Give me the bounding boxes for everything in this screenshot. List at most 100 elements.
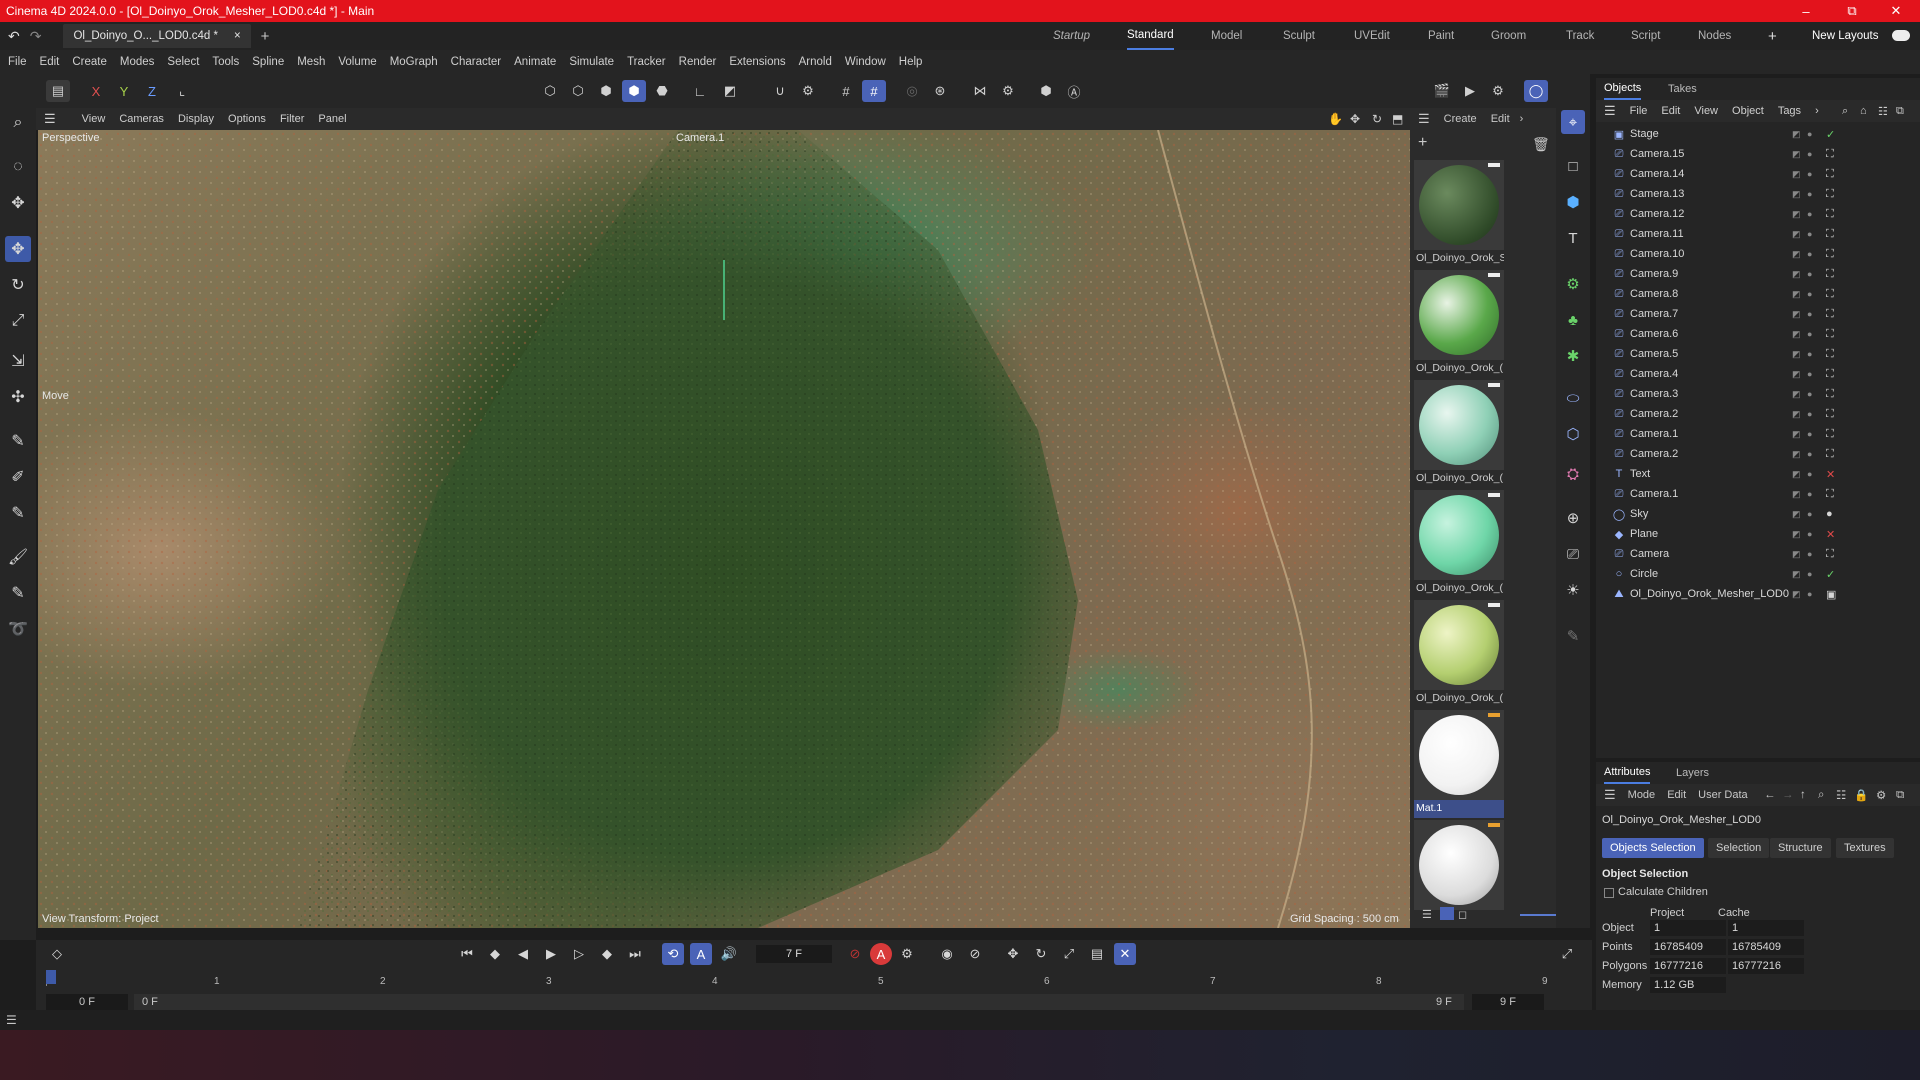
uv-mode-icon[interactable]: ⬣: [650, 80, 674, 102]
render-view-icon[interactable]: 🎬: [1430, 80, 1454, 102]
layout-uvedit[interactable]: UVEdit: [1354, 22, 1390, 50]
layout-track[interactable]: Track: [1566, 22, 1594, 50]
material-hamburger-icon[interactable]: ☰: [1418, 111, 1430, 127]
key-settings-icon[interactable]: ⊘: [964, 943, 986, 965]
settings-icon[interactable]: ⚙: [1876, 788, 1886, 802]
up-arrow-icon[interactable]: ↑: [1800, 789, 1806, 801]
visibility-dots-icon[interactable]: ◩ ●: [1792, 169, 1814, 180]
objects-menu-object[interactable]: Object: [1732, 105, 1764, 117]
sound-icon[interactable]: 🔊: [718, 943, 740, 965]
viewport-menu-cameras[interactable]: Cameras: [119, 113, 164, 125]
objects-menu-file[interactable]: File: [1630, 105, 1648, 117]
object-row[interactable]: ⎚ Camera.5 ◩ ● ⛶: [1596, 344, 1920, 364]
visibility-dots-icon[interactable]: ◩ ●: [1792, 289, 1814, 300]
workplane-icon[interactable]: #: [862, 80, 886, 102]
cloner-icon[interactable]: ♣: [1561, 308, 1585, 332]
menu-simulate[interactable]: Simulate: [569, 56, 614, 68]
scale-tool-icon[interactable]: ⤢: [5, 308, 31, 334]
knife-tool-icon[interactable]: ✐: [5, 464, 31, 490]
menu-mesh[interactable]: Mesh: [297, 56, 325, 68]
square-icon[interactable]: □: [1561, 154, 1585, 178]
grid-view-icon[interactable]: [1440, 907, 1454, 920]
search-attributes-icon[interactable]: ⌕: [1818, 789, 1824, 802]
material-swatch[interactable]: Ol_Doinyo_Orok_(: [1414, 270, 1504, 378]
add-tab-button[interactable]: +: [261, 28, 270, 45]
object-row[interactable]: ⎚ Camera ◩ ● ⛶: [1596, 544, 1920, 564]
object-tag-icon[interactable]: ▣: [1826, 588, 1836, 601]
move-view-icon[interactable]: ✥: [1350, 112, 1360, 126]
layout-sculpt[interactable]: Sculpt: [1283, 22, 1315, 50]
mirror-icon[interactable]: ⋈: [968, 80, 992, 102]
viewport-menu-filter[interactable]: Filter: [280, 113, 304, 125]
object-tag-icon[interactable]: ⛶: [1826, 368, 1834, 381]
deformer-icon[interactable]: ⬭: [1561, 386, 1585, 410]
object-tag-icon[interactable]: ⛶: [1826, 488, 1834, 501]
generator-icon[interactable]: ⚙: [1561, 272, 1585, 296]
menu-arnold[interactable]: Arnold: [799, 56, 832, 68]
texture-mode-icon[interactable]: ◩: [718, 80, 742, 102]
object-row[interactable]: ▣ Stage ◩ ● ✓: [1596, 124, 1920, 144]
object-tag-icon[interactable]: ⛶: [1826, 448, 1834, 461]
visibility-dots-icon[interactable]: ◩ ●: [1792, 369, 1814, 380]
layout-script[interactable]: Script: [1631, 22, 1660, 50]
object-row[interactable]: ⎚ Camera.1 ◩ ● ⛶: [1596, 424, 1920, 444]
visibility-dots-icon[interactable]: ◩ ●: [1792, 409, 1814, 420]
redo-icon[interactable]: ↷: [30, 28, 42, 45]
y-axis-lock[interactable]: Y: [112, 80, 136, 102]
previous-frame-icon[interactable]: ◀: [512, 943, 534, 965]
pan-view-icon[interactable]: ✋: [1328, 112, 1343, 126]
current-frame-field[interactable]: 7 F: [756, 945, 832, 963]
x-axis-lock[interactable]: X: [84, 80, 108, 102]
keyframe-selection-icon[interactable]: ⚙: [896, 943, 918, 965]
object-tag-icon[interactable]: ⛶: [1826, 268, 1834, 281]
cursor-icon[interactable]: ⌖: [1561, 110, 1585, 134]
objects-menu-edit[interactable]: Edit: [1661, 105, 1680, 117]
paint-brush-icon[interactable]: 🖌: [5, 544, 31, 570]
visibility-dots-icon[interactable]: ◩ ●: [1792, 449, 1814, 460]
modeling-settings-icon[interactable]: ⚙: [996, 80, 1020, 102]
visibility-dots-icon[interactable]: ◩ ●: [1792, 549, 1814, 560]
render-picture-viewer-icon[interactable]: ▶: [1458, 80, 1482, 102]
visibility-dots-icon[interactable]: ◩ ●: [1792, 389, 1814, 400]
rotation-key-icon[interactable]: ↻: [1030, 943, 1052, 965]
material-menu-create[interactable]: Create: [1444, 113, 1477, 125]
layout-toggle[interactable]: [1892, 30, 1910, 41]
symmetry-icon[interactable]: ⊛: [928, 80, 952, 102]
lock-icon[interactable]: 🔒: [1854, 788, 1868, 802]
visibility-dots-icon[interactable]: ◩ ●: [1792, 489, 1814, 500]
viewport-menu-display[interactable]: Display: [178, 113, 214, 125]
objects-menu-tags[interactable]: Tags: [1778, 105, 1801, 117]
polygons-mode-icon[interactable]: ⬢: [594, 80, 618, 102]
objects-menu-more-icon[interactable]: ›: [1815, 105, 1819, 117]
object-row[interactable]: ◯ Sky ◩ ● ●: [1596, 504, 1920, 524]
object-row[interactable]: ⎚ Camera.2 ◩ ● ⛶: [1596, 444, 1920, 464]
arnold-icon[interactable]: Ⓐ: [1062, 80, 1086, 102]
rotate-view-icon[interactable]: ↻: [1372, 112, 1382, 126]
subtab-selection[interactable]: Selection: [1708, 838, 1770, 858]
object-tag-icon[interactable]: ✕: [1826, 468, 1835, 481]
visibility-dots-icon[interactable]: ◩ ●: [1792, 469, 1814, 480]
object-tag-icon[interactable]: ⛶: [1826, 148, 1834, 161]
visibility-dots-icon[interactable]: ◩ ●: [1792, 209, 1814, 220]
play-icon[interactable]: ▶: [540, 943, 562, 965]
visibility-dots-icon[interactable]: ◩ ●: [1792, 309, 1814, 320]
object-row[interactable]: ⎚ Camera.8 ◩ ● ⛶: [1596, 284, 1920, 304]
viewport-hamburger-icon[interactable]: ☰: [44, 111, 56, 127]
object-row[interactable]: ⎚ Camera.7 ◩ ● ⛶: [1596, 304, 1920, 324]
position-key-icon[interactable]: ✥: [1002, 943, 1024, 965]
menu-render[interactable]: Render: [679, 56, 717, 68]
maximize-button[interactable]: ⧉: [1832, 0, 1872, 22]
visibility-dots-icon[interactable]: ◩ ●: [1792, 589, 1814, 600]
object-row[interactable]: ⎚ Camera.4 ◩ ● ⛶: [1596, 364, 1920, 384]
filter-icon[interactable]: ☷: [1878, 105, 1888, 118]
list-view-icon[interactable]: ☰: [1422, 908, 1432, 921]
camera-tool-icon[interactable]: ⎚: [1561, 542, 1585, 566]
object-tag-icon[interactable]: ✓: [1826, 568, 1835, 581]
spline-pen-icon[interactable]: ✎: [5, 428, 31, 454]
transform-tool-icon[interactable]: ⇲: [5, 348, 31, 374]
layout-paint[interactable]: Paint: [1428, 22, 1454, 50]
snap-settings-icon[interactable]: ⚙: [796, 80, 820, 102]
point-level-animation-icon[interactable]: ✕: [1114, 943, 1136, 965]
object-row[interactable]: ⎚ Camera.3 ◩ ● ⛶: [1596, 384, 1920, 404]
menu-extensions[interactable]: Extensions: [729, 56, 785, 68]
